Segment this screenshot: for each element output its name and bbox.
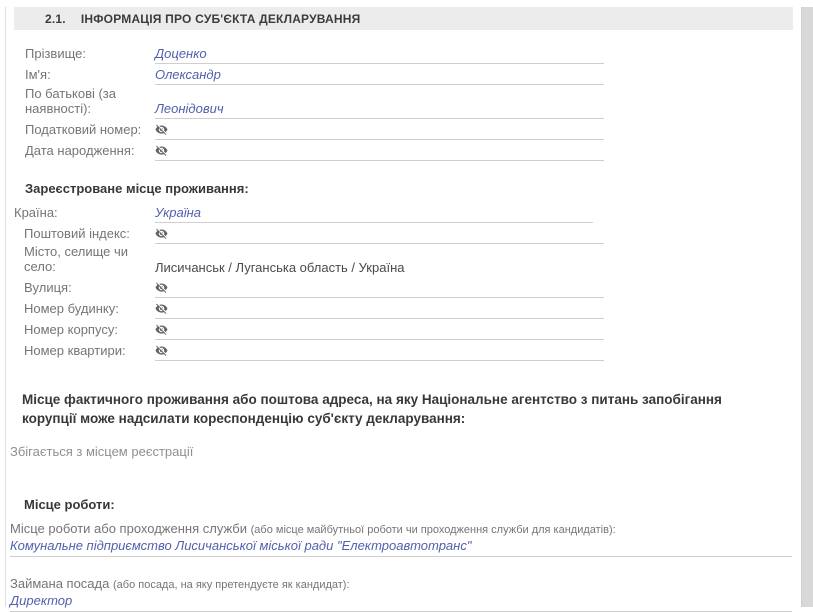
field-value-hidden — [155, 224, 604, 244]
field-label: Номер корпусу: — [24, 322, 155, 340]
field-row-birth-date: Дата народження: — [10, 140, 793, 161]
page-left-border — [5, 7, 6, 607]
vertical-scrollbar[interactable] — [801, 7, 813, 607]
mailing-address-status: Збігається з місцем реєстрації — [10, 444, 793, 459]
section-header: 2.1. ІНФОРМАЦІЯ ПРО СУБ'ЄКТА ДЕКЛАРУВАНН… — [14, 7, 793, 30]
eye-slash-icon — [155, 281, 168, 294]
field-row-tax-number: Податковий номер: — [10, 119, 793, 140]
field-label: Країна: — [14, 205, 155, 223]
field-row-name: Ім'я: Олександр — [10, 64, 793, 85]
eye-slash-icon — [155, 144, 168, 157]
field-row-patronymic: По батькові (за наявності): Леонідович — [10, 85, 793, 119]
eye-slash-icon — [155, 344, 168, 357]
field-value-hidden — [155, 299, 604, 319]
field-row-building: Номер будинку: — [10, 298, 793, 319]
field-value: Україна — [155, 203, 593, 223]
subject-fields-block: Прізвище: Доценко Ім'я: Олександр По бат… — [10, 43, 793, 161]
field-value-hidden — [155, 278, 604, 298]
eye-slash-icon — [155, 302, 168, 315]
field-value: Лисичанськ / Луганська область / Україна — [155, 258, 404, 277]
field-label: Дата народження: — [25, 143, 155, 161]
field-label: По батькові (за наявності): — [25, 86, 155, 119]
field-value-hidden — [155, 320, 604, 340]
section-number: 2.1. — [45, 12, 66, 26]
field-row-city: Місто, селище чи село: Лисичанськ / Луга… — [10, 244, 793, 277]
eye-slash-icon — [155, 123, 168, 136]
employer-value: Комунальне підприємство Лисичанської міс… — [10, 538, 792, 557]
section-title: ІНФОРМАЦІЯ ПРО СУБ'ЄКТА ДЕКЛАРУВАННЯ — [81, 12, 361, 26]
field-value: Леонідович — [155, 99, 604, 119]
section-content: 2.1. ІНФОРМАЦІЯ ПРО СУБ'ЄКТА ДЕКЛАРУВАНН… — [10, 7, 793, 612]
declaration-subject-section: 2.1. ІНФОРМАЦІЯ ПРО СУБ'ЄКТА ДЕКЛАРУВАНН… — [0, 7, 813, 607]
field-value-hidden — [155, 120, 604, 140]
position-label: Займана посада (або посада, на яку прете… — [10, 576, 793, 591]
field-row-surname: Прізвище: Доценко — [10, 43, 793, 64]
eye-slash-icon — [155, 323, 168, 336]
eye-slash-icon — [155, 227, 168, 240]
residence-fields-block: Країна: Україна Поштовий індекс: Місто, … — [10, 202, 793, 361]
field-value-hidden — [155, 141, 604, 161]
field-label: Поштовий індекс: — [24, 226, 155, 244]
field-label: Місто, селище чи село: — [24, 244, 155, 277]
field-label: Ім'я: — [25, 67, 155, 85]
field-value: Доценко — [155, 44, 604, 64]
field-label: Податковий номер: — [25, 122, 155, 140]
field-row-country: Країна: Україна — [10, 202, 793, 223]
mailing-address-statement: Місце фактичного проживання або поштова … — [22, 391, 780, 428]
workplace-heading: Місце роботи: — [10, 497, 793, 513]
employer-label: Місце роботи або проходження служби (або… — [10, 521, 793, 536]
position-value: Директор — [10, 593, 792, 612]
field-row-block: Номер корпусу: — [10, 319, 793, 340]
registered-residence-heading: Зареєстроване місце проживання: — [10, 181, 793, 197]
field-row-street: Вулиця: — [10, 277, 793, 298]
field-label: Вулиця: — [24, 280, 155, 298]
field-row-postal-code: Поштовий індекс: — [10, 223, 793, 244]
field-label: Номер будинку: — [24, 301, 155, 319]
field-value-hidden — [155, 341, 604, 361]
field-label: Прізвище: — [25, 46, 155, 64]
field-row-apartment: Номер квартири: — [10, 340, 793, 361]
field-value: Олександр — [155, 65, 604, 85]
field-label: Номер квартири: — [24, 343, 155, 361]
